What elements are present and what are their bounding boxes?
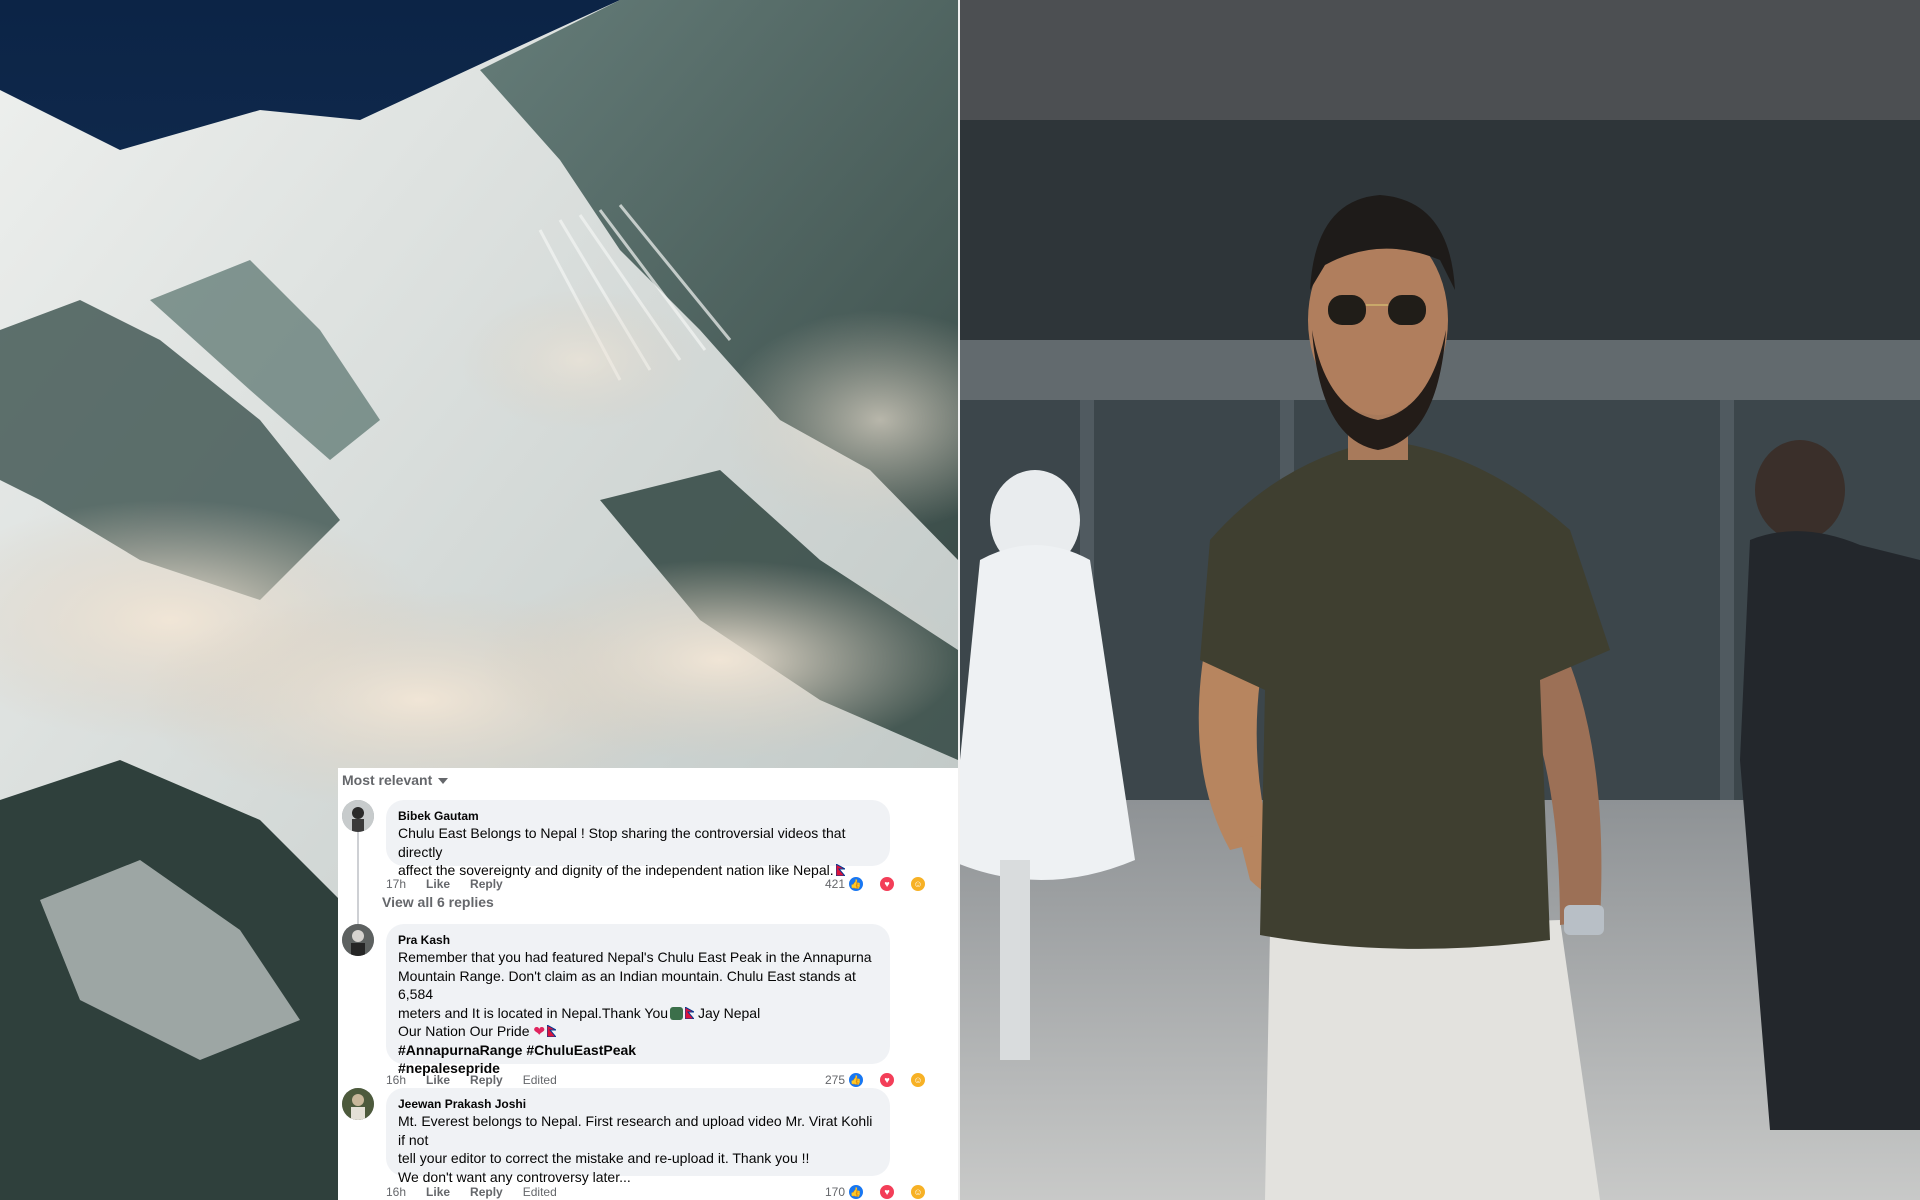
comment-meta: 17h Like Reply 421 👍 ♥ ☺: [386, 876, 946, 892]
comment-text: Mt. Everest belongs to Nepal. First rese…: [398, 1112, 878, 1186]
heart-emoji-icon: ❤: [533, 1023, 546, 1039]
like-link[interactable]: Like: [426, 1073, 450, 1087]
comment-bubble: Bibek Gautam Chulu East Belongs to Nepal…: [386, 800, 890, 878]
comment-text: Chulu East Belongs to Nepal ! Stop shari…: [398, 824, 878, 880]
edited-label: Edited: [522, 1185, 557, 1199]
comment-line: Mountain Range. Don't claim as an Indian…: [398, 967, 856, 1003]
comments-panel: Most relevant Bibek Gautam Chulu East Be…: [338, 768, 958, 1200]
comment-bubble: Jeewan Prakash Joshi Mt. Everest belongs…: [386, 1088, 890, 1185]
reactions-summary[interactable]: 170 👍 ♥ ☺: [825, 1184, 946, 1200]
love-reaction-icon: ♥: [879, 876, 895, 892]
reply-link[interactable]: Reply: [470, 1073, 503, 1087]
chevron-down-icon: [438, 778, 449, 784]
avatar[interactable]: [342, 924, 374, 956]
reaction-count: 170: [824, 1185, 845, 1199]
nepal-flag-icon: [685, 1006, 695, 1019]
hashtag-link[interactable]: #AnnapurnaRange #ChuluEastPeak: [398, 1041, 878, 1060]
nepal-flag-icon: [835, 864, 845, 876]
comment-meta: 16h Like Reply Edited 170 👍 ♥ ☺: [386, 1184, 946, 1200]
edited-label: Edited: [522, 1073, 557, 1087]
comment-time[interactable]: 16h: [386, 1073, 406, 1087]
comment-line: tell your editor to correct the mistake …: [398, 1150, 810, 1166]
reactions-summary[interactable]: 275 👍 ♥ ☺: [825, 1072, 946, 1088]
reply-link[interactable]: Reply: [470, 1185, 503, 1199]
nepal-flag-icon: [547, 1025, 557, 1037]
sort-label: Most relevant: [342, 772, 433, 788]
comment-author[interactable]: Bibek Gautam: [398, 808, 878, 824]
reply-link[interactable]: Reply: [470, 877, 503, 891]
like-reaction-icon: 👍: [848, 1184, 864, 1200]
reaction-count: 275: [824, 1073, 845, 1087]
comment-line-with-emoji: Our Nation Our Pride ❤: [398, 1022, 878, 1041]
comment-line: meters and It is located in Nepal.Thank …: [398, 1004, 669, 1021]
view-replies-link[interactable]: View all 6 replies: [382, 894, 494, 910]
comment-bubble: Pra Kash Remember that you had featured …: [386, 924, 890, 1076]
love-reaction-icon: ♥: [879, 1184, 895, 1200]
comment-line: Jay Nepal: [697, 1004, 761, 1021]
love-reaction-icon: ♥: [879, 1072, 895, 1088]
comment-time[interactable]: 16h: [386, 1185, 406, 1199]
haha-reaction-icon: ☺: [910, 876, 926, 892]
haha-reaction-icon: ☺: [910, 1184, 926, 1200]
person-photo: [960, 0, 1920, 1200]
globe-emoji-icon: [670, 1006, 684, 1020]
like-reaction-icon: 👍: [848, 1072, 864, 1088]
comment-line: Chulu East Belongs to Nepal ! Stop shari…: [398, 825, 846, 860]
comment-line: Mt. Everest belongs to Nepal. First rese…: [398, 1113, 873, 1148]
avatar[interactable]: [342, 800, 374, 832]
haha-reaction-icon: ☺: [910, 1072, 926, 1088]
sort-dropdown[interactable]: Most relevant: [342, 772, 449, 788]
comment-author[interactable]: Jeewan Prakash Joshi: [398, 1096, 878, 1112]
comment-text: Remember that you had featured Nepal's C…: [398, 948, 878, 1078]
comment-line-with-emoji: meters and It is located in Nepal.Thank …: [398, 1004, 878, 1023]
like-link[interactable]: Like: [426, 1185, 450, 1199]
like-reaction-icon: 👍: [848, 876, 864, 892]
comment-author[interactable]: Pra Kash: [398, 932, 878, 948]
comment-line: Remember that you had featured Nepal's C…: [398, 949, 872, 965]
reactions-summary[interactable]: 421 👍 ♥ ☺: [825, 876, 946, 892]
comment-time[interactable]: 17h: [386, 877, 406, 891]
comment-meta: 16h Like Reply Edited 275 👍 ♥ ☺: [386, 1072, 946, 1088]
comment-line: Our Nation Our Pride: [398, 1023, 530, 1039]
reaction-count: 421: [824, 877, 845, 891]
like-link[interactable]: Like: [426, 877, 450, 891]
avatar[interactable]: [342, 1088, 374, 1120]
